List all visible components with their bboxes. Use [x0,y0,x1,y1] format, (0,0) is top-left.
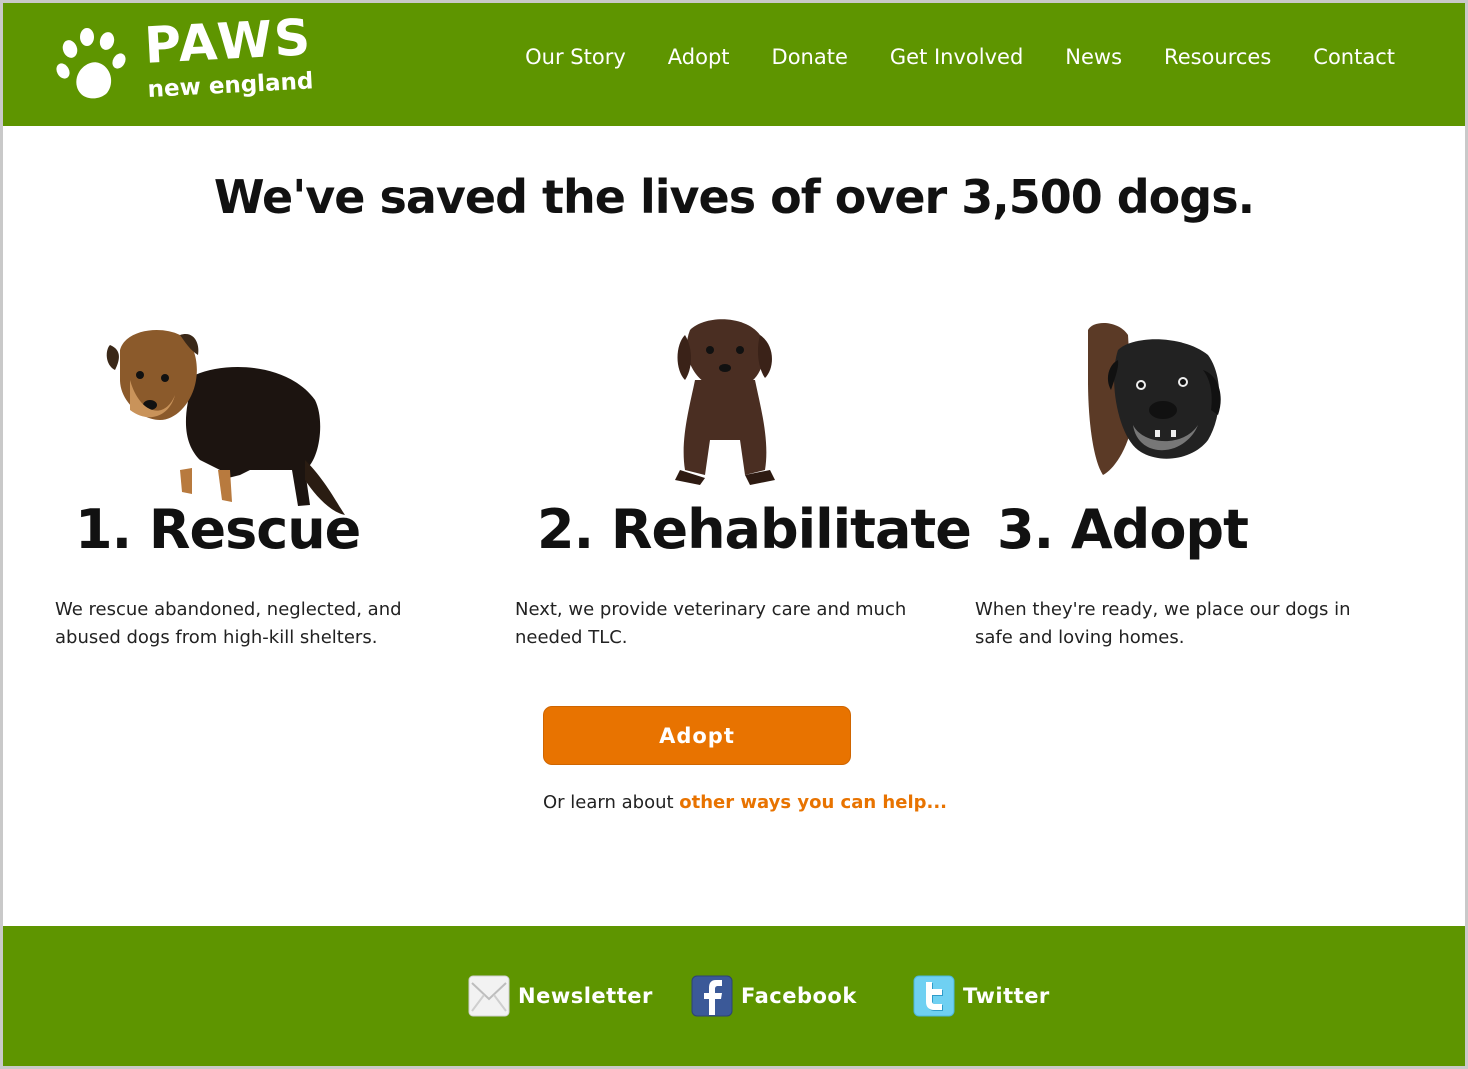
paw-print-icon [56,28,126,99]
nav-our-story[interactable]: Our Story [525,45,626,69]
newsletter-link[interactable]: Newsletter [468,975,653,1017]
newsletter-label: Newsletter [518,984,653,1008]
site-footer: Newsletter Facebook Twitter [3,926,1465,1066]
nav-contact[interactable]: Contact [1313,45,1395,69]
step-title-rescue: 1. Rescue [75,498,361,561]
main-nav: Our Story Adopt Donate Get Involved News… [483,45,1395,69]
rehabilitate-dog-image [675,319,775,485]
nav-resources[interactable]: Resources [1164,45,1271,69]
rescue-dog-image [106,330,345,515]
facebook-link[interactable]: Facebook [691,975,857,1017]
envelope-icon [468,975,510,1017]
help-line: Or learn about other ways you can help..… [543,792,947,813]
nav-news[interactable]: News [1065,45,1122,69]
logo-title: PAWS [143,8,314,75]
adopt-dog-image [1088,323,1221,475]
adopt-button[interactable]: Adopt [543,706,851,765]
page-headline: We've saved the lives of over 3,500 dogs… [213,170,1255,224]
step-description-rehabilitate: Next, we provide veterinary care and muc… [515,599,907,648]
twitter-label: Twitter [963,984,1050,1008]
step-description-adopt: When they're ready, we place our dogs in… [975,599,1351,648]
help-prefix: Or learn about [543,792,680,813]
nav-adopt[interactable]: Adopt [668,45,730,69]
other-ways-link[interactable]: other ways you can help... [679,792,947,813]
nav-donate[interactable]: Donate [772,45,848,69]
step-title-rehabilitate: 2. Rehabilitate [537,498,972,561]
step-title-adopt: 3. Adopt [997,498,1249,561]
facebook-icon [691,975,733,1017]
site-logo[interactable]: PAWS new england [55,8,325,117]
nav-get-involved[interactable]: Get Involved [890,45,1023,69]
step-description-rescue: We rescue abandoned, neglected, and abus… [55,599,402,648]
facebook-label: Facebook [741,984,857,1008]
site-header: PAWS new england Our Story Adopt Donate … [3,3,1465,126]
twitter-link[interactable]: Twitter [913,975,1050,1017]
twitter-icon [913,975,955,1017]
